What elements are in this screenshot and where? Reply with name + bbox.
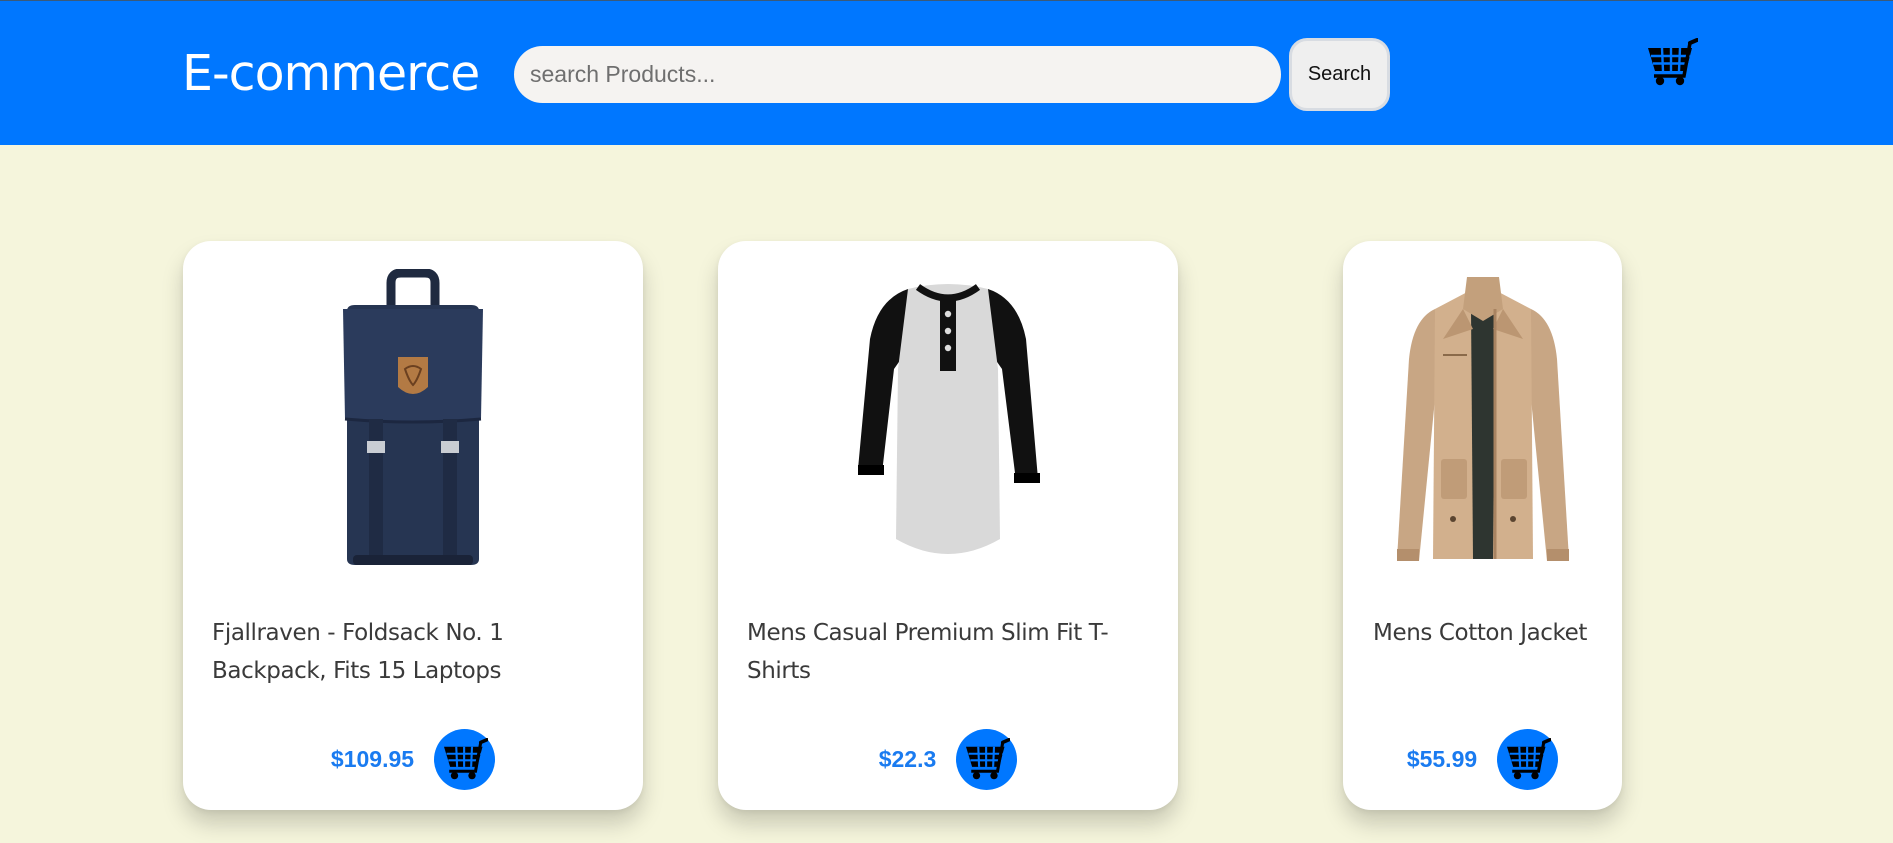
price-row: $22.3 [718, 728, 1178, 790]
header-cart-button[interactable] [1646, 38, 1699, 86]
add-to-cart-button[interactable] [956, 728, 1018, 790]
price-row: $55.99 [1343, 728, 1622, 790]
add-to-cart-button[interactable] [434, 728, 496, 790]
product-card[interactable]: Fjallraven - Foldsack No. 1 Backpack, Fi… [183, 241, 643, 810]
add-to-cart-button[interactable] [1497, 728, 1559, 790]
price-row: $109.95 [183, 728, 643, 790]
product-price: $109.95 [330, 745, 415, 772]
top-navbar: E-commerce Search [0, 0, 1893, 145]
product-title[interactable]: Mens Cotton Jacket [1373, 614, 1612, 652]
jacket-product-image[interactable] [1383, 269, 1583, 569]
product-card[interactable]: Mens Cotton Jacket $55.99 [1343, 241, 1622, 810]
shopping-cart-icon [443, 738, 488, 780]
backpack-product-image[interactable] [313, 269, 513, 569]
product-price: $55.99 [1406, 745, 1478, 772]
shopping-cart-icon [1506, 738, 1551, 780]
product-card[interactable]: Mens Casual Premium Slim Fit T-Shirts $2… [718, 241, 1178, 810]
shopping-cart-icon [1648, 38, 1699, 86]
product-title[interactable]: Fjallraven - Foldsack No. 1 Backpack, Fi… [212, 614, 623, 690]
product-price: $22.3 [878, 745, 937, 772]
brand-logo-text[interactable]: E-commerce [182, 45, 480, 103]
tshirt-product-image[interactable] [848, 269, 1048, 569]
product-title[interactable]: Mens Casual Premium Slim Fit T-Shirts [747, 614, 1158, 690]
shopping-cart-icon [965, 738, 1010, 780]
search-input[interactable] [514, 46, 1281, 103]
search-button[interactable]: Search [1289, 38, 1390, 111]
